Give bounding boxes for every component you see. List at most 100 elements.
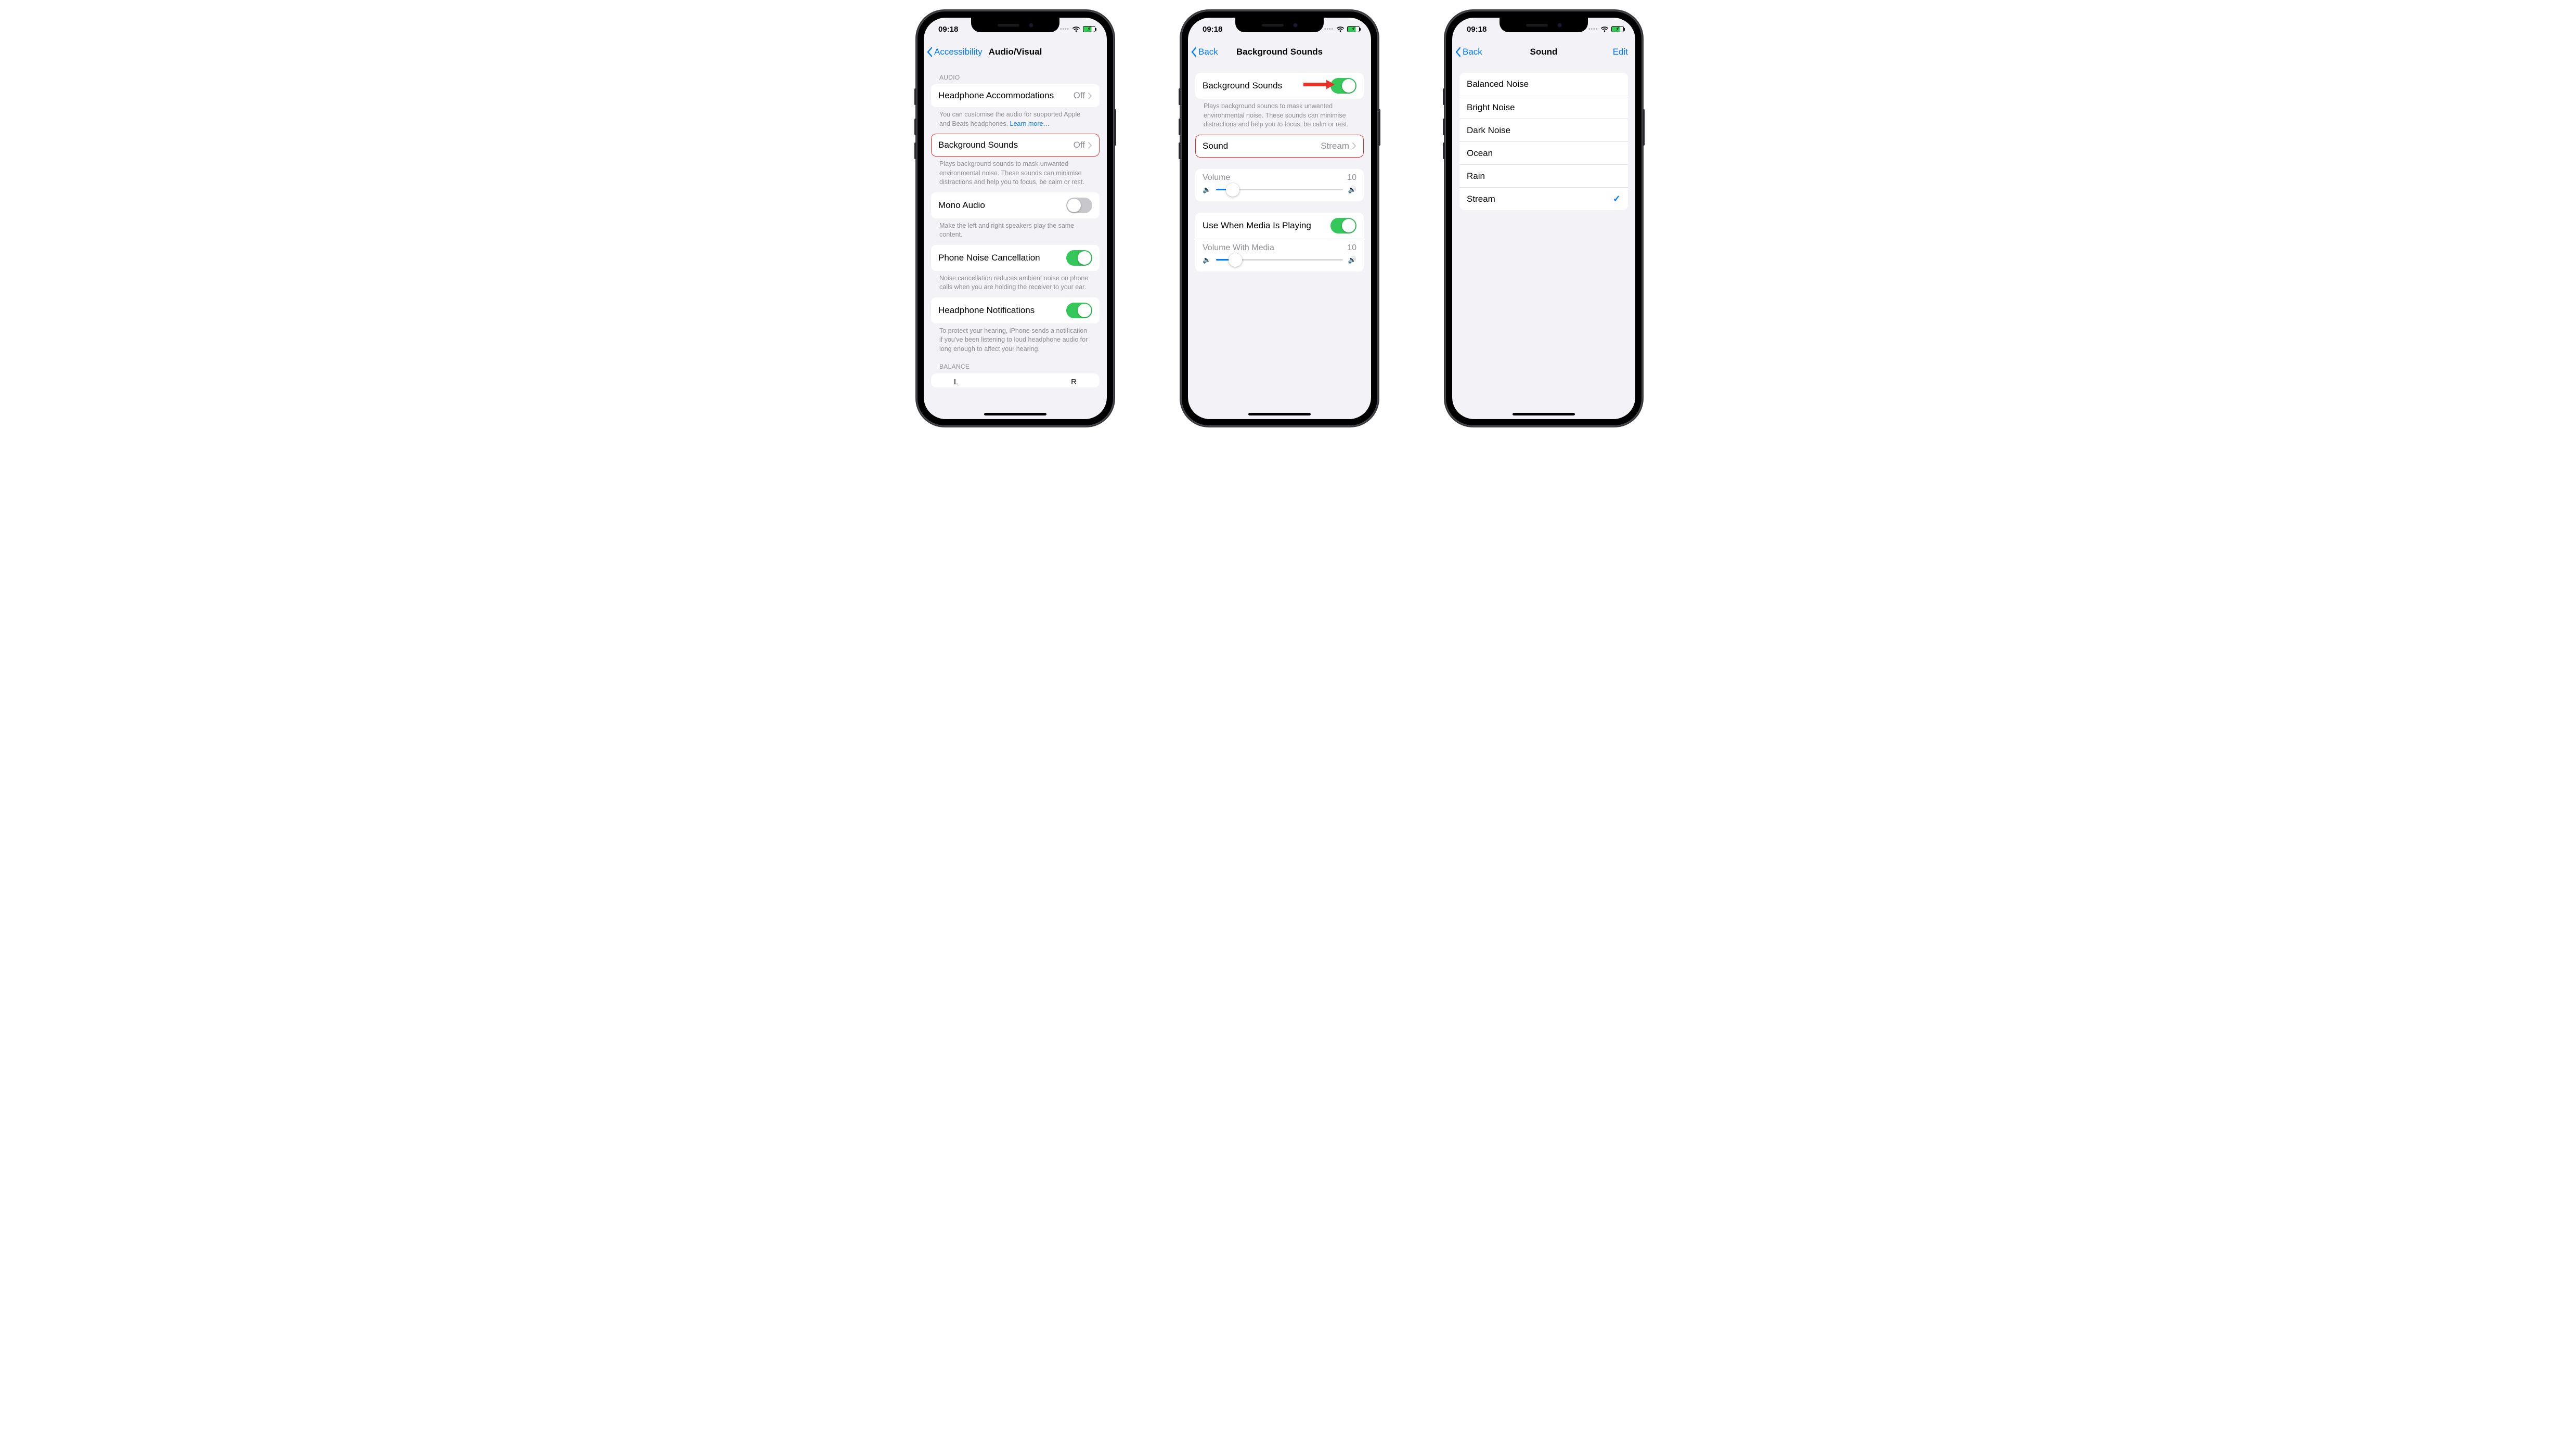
cellular-dots-icon: •••• (1060, 27, 1069, 32)
option-label: Ocean (1467, 148, 1621, 159)
slider-value: 10 (1347, 243, 1356, 253)
row-volume[interactable]: Volume 10 🔈 🔊 (1195, 169, 1364, 201)
phone-audio-visual: 09:18 •••• ⚡︎ Accessibility Audio/Visual (916, 10, 1114, 426)
volume-slider[interactable] (1216, 189, 1343, 190)
chevron-right-icon (1088, 93, 1092, 99)
chevron-left-icon (1191, 47, 1197, 57)
back-label: Back (1463, 47, 1482, 57)
notch (971, 18, 1059, 32)
balance-left-label: L (954, 378, 958, 386)
volume-low-icon: 🔈 (1203, 186, 1211, 194)
section-header-balance: BALANCE (931, 359, 1100, 373)
volume-high-icon: 🔊 (1348, 256, 1356, 264)
page-title: Sound (1530, 47, 1558, 57)
nav-bar: Back Background Sounds (1188, 41, 1371, 63)
row-value: Off (1074, 140, 1085, 150)
footer-noise-cancellation: Noise cancellation reduces ambient noise… (931, 271, 1100, 297)
page-title: Audio/Visual (989, 47, 1042, 57)
cellular-dots-icon: •••• (1588, 27, 1598, 32)
toggle-headphone-notifications[interactable] (1066, 303, 1092, 318)
footer-headphone-notifications: To protect your hearing, iPhone sends a … (931, 323, 1100, 359)
toggle-mono-audio[interactable] (1066, 198, 1092, 213)
edit-button[interactable]: Edit (1613, 41, 1628, 63)
option-label: Bright Noise (1467, 102, 1621, 113)
row-sound[interactable]: Sound Stream (1195, 135, 1364, 158)
home-indicator[interactable] (1248, 413, 1311, 415)
toggle-background-sounds[interactable] (1330, 78, 1356, 94)
back-button[interactable]: Back (1191, 41, 1218, 63)
row-noise-cancellation[interactable]: Phone Noise Cancellation (931, 245, 1100, 271)
row-volume-with-media[interactable]: Volume With Media 10 🔈 🔊 (1195, 239, 1364, 271)
row-label: Phone Noise Cancellation (938, 253, 1066, 263)
sound-option[interactable]: Stream✓ (1459, 187, 1628, 210)
notch (1235, 18, 1324, 32)
row-value: Off (1074, 90, 1085, 101)
status-time: 09:18 (1203, 25, 1222, 34)
row-headphone-accommodations[interactable]: Headphone Accommodations Off (931, 84, 1100, 107)
wifi-icon (1072, 26, 1080, 32)
row-label: Background Sounds (938, 140, 1074, 150)
volume-low-icon: 🔈 (1203, 256, 1211, 264)
slider-label: Volume (1203, 173, 1230, 183)
learn-more-link[interactable]: Learn more… (1010, 120, 1050, 127)
back-button[interactable]: Back (1455, 41, 1482, 63)
slider-value: 10 (1347, 173, 1356, 183)
row-use-when-media-playing[interactable]: Use When Media Is Playing (1195, 213, 1364, 239)
chevron-left-icon (927, 47, 933, 57)
toggle-noise-cancellation[interactable] (1066, 250, 1092, 266)
footer-headphone-accom: You can customise the audio for supporte… (931, 107, 1100, 134)
phone-background-sounds: 09:18 •••• ⚡︎ Back Background Sounds (1181, 10, 1378, 426)
home-indicator[interactable] (984, 413, 1046, 415)
back-button[interactable]: Accessibility (927, 41, 983, 63)
sound-options-list: Balanced Noise Bright Noise Dark Noise Ocea… (1459, 73, 1628, 210)
row-label: Use When Media Is Playing (1203, 220, 1330, 231)
sound-option[interactable]: Bright Noise (1459, 96, 1628, 119)
option-label: Balanced Noise (1467, 79, 1621, 89)
row-headphone-notifications[interactable]: Headphone Notifications (931, 297, 1100, 323)
sound-option[interactable]: Balanced Noise (1459, 73, 1628, 96)
nav-bar: Accessibility Audio/Visual (924, 41, 1107, 63)
back-label: Back (1198, 47, 1218, 57)
section-header-audio: AUDIO (931, 63, 1100, 84)
slider-label: Volume With Media (1203, 243, 1274, 253)
option-label: Stream (1467, 194, 1613, 204)
sound-option[interactable]: Dark Noise (1459, 119, 1628, 141)
page-title: Background Sounds (1236, 47, 1323, 57)
option-label: Rain (1467, 171, 1621, 181)
chevron-left-icon (1455, 47, 1462, 57)
back-label: Accessibility (934, 47, 983, 57)
wifi-icon (1336, 26, 1345, 32)
row-value: Stream (1321, 141, 1349, 151)
footer-background-sounds: Plays background sounds to mask unwanted… (1195, 99, 1364, 135)
row-label: Headphone Notifications (938, 305, 1066, 316)
row-label: Mono Audio (938, 200, 1066, 211)
row-label: Background Sounds (1203, 81, 1330, 91)
battery-icon: ⚡︎ (1611, 26, 1624, 32)
balance-labels: L R (931, 378, 1100, 386)
option-label: Dark Noise (1467, 125, 1621, 136)
checkmark-icon: ✓ (1613, 193, 1621, 204)
row-label: Sound (1203, 141, 1321, 151)
toggle-media-playing[interactable] (1330, 218, 1356, 233)
sound-option[interactable]: Rain (1459, 164, 1628, 187)
footer-background-sounds: Plays background sounds to mask unwanted… (931, 157, 1100, 192)
status-time: 09:18 (1467, 25, 1487, 34)
home-indicator[interactable] (1513, 413, 1575, 415)
wifi-icon (1600, 26, 1609, 32)
battery-icon: ⚡︎ (1347, 26, 1360, 32)
footer-mono-audio: Make the left and right speakers play th… (931, 218, 1100, 245)
volume-high-icon: 🔊 (1348, 186, 1356, 194)
chevron-right-icon (1088, 142, 1092, 149)
chevron-right-icon (1352, 142, 1356, 149)
phone-sound-picker: 09:18 •••• ⚡︎ Back Sound Edit (1445, 10, 1643, 426)
row-mono-audio[interactable]: Mono Audio (931, 192, 1100, 218)
balance-right-label: R (1071, 378, 1077, 386)
row-label: Headphone Accommodations (938, 90, 1074, 101)
row-background-sounds-toggle[interactable]: Background Sounds (1195, 73, 1364, 99)
row-background-sounds[interactable]: Background Sounds Off (931, 134, 1100, 157)
media-volume-slider[interactable] (1216, 259, 1343, 261)
notch (1500, 18, 1588, 32)
sound-option[interactable]: Ocean (1459, 141, 1628, 164)
status-time: 09:18 (938, 25, 958, 34)
battery-icon: ⚡︎ (1083, 26, 1095, 32)
